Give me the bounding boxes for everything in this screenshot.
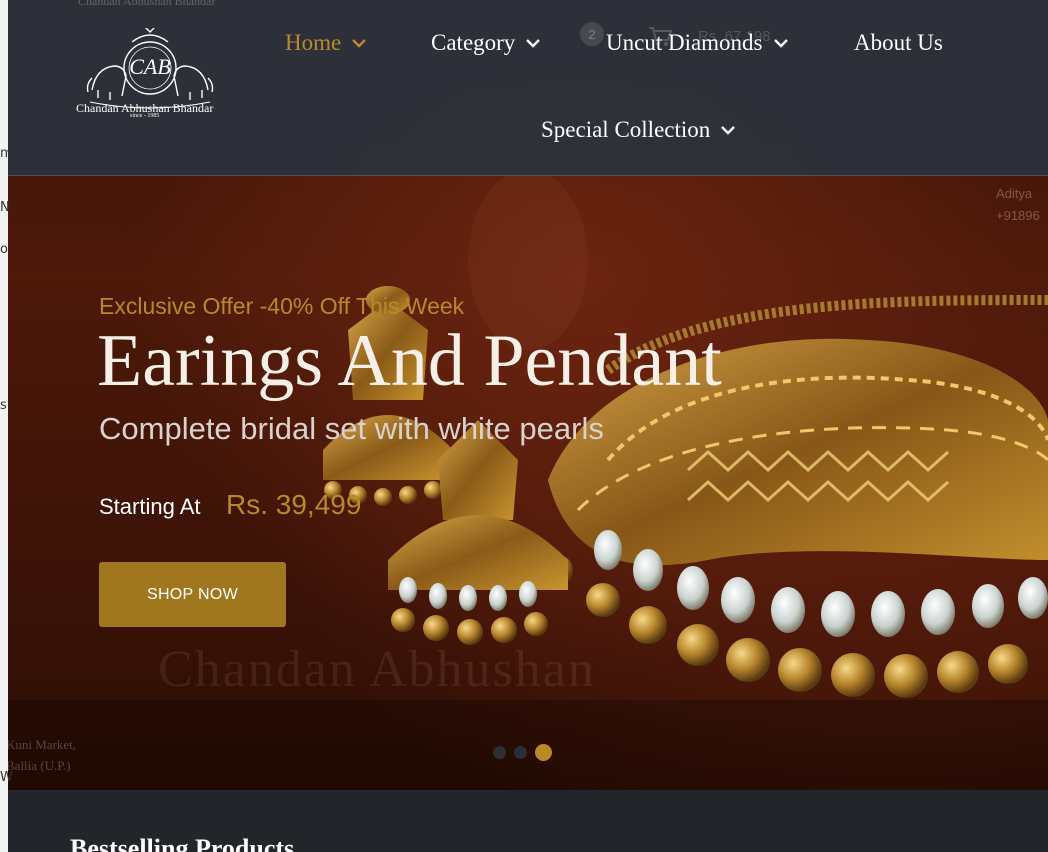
logo-since-text: since - 1985: [130, 113, 160, 119]
background-window-edge: m N o s W: [0, 0, 13, 852]
slider-dot-2[interactable]: [514, 746, 527, 759]
chevron-down-icon: [773, 38, 789, 48]
ghost-brand-text: Chandan Abhushan Bhandar: [78, 0, 216, 8]
shop-now-button[interactable]: SHOP NOW: [99, 562, 286, 627]
slider-dot-1[interactable]: [493, 746, 506, 759]
slider-dot-3[interactable]: [535, 744, 552, 761]
nav-item-special-collection[interactable]: Special Collection: [541, 117, 736, 143]
nav-item-label: Category: [431, 30, 516, 55]
chevron-down-icon: [525, 38, 541, 48]
hero-subtitle: Complete bridal set with white pearls: [99, 411, 604, 446]
nav-item-home[interactable]: Home: [285, 30, 367, 56]
hero-price: Rs. 39,499: [226, 489, 362, 520]
chevron-down-icon: [351, 38, 367, 48]
website: Chandan Abhushan Kuni Market, Ballia (U.…: [8, 0, 1048, 852]
nav-item-about-us[interactable]: About Us: [854, 30, 943, 56]
nav-item-label: Uncut Diamonds: [606, 30, 763, 55]
main-navbar: Chandan Abhushan Bhandar 2 Rs. 67,198 CA…: [8, 0, 1048, 176]
hero-title: Earings And Pendant: [97, 320, 722, 402]
chevron-down-icon: [720, 125, 736, 135]
nav-item-uncut-diamonds[interactable]: Uncut Diamonds: [606, 30, 789, 56]
hero-offer-text: Exclusive Offer -40% Off This Week: [99, 293, 465, 319]
cart-count-badge: 2: [580, 22, 604, 46]
nav-item-label: About Us: [854, 30, 943, 55]
hero-starting-label: Starting At: [99, 494, 201, 519]
slider-dots: [493, 744, 552, 761]
section-title: Bestselling Products: [70, 834, 295, 852]
nav-item-label: Home: [285, 30, 342, 55]
nav-item-category[interactable]: Category: [431, 30, 541, 56]
nav-item-label: Special Collection: [541, 117, 711, 142]
svg-text:CAB: CAB: [129, 54, 171, 79]
